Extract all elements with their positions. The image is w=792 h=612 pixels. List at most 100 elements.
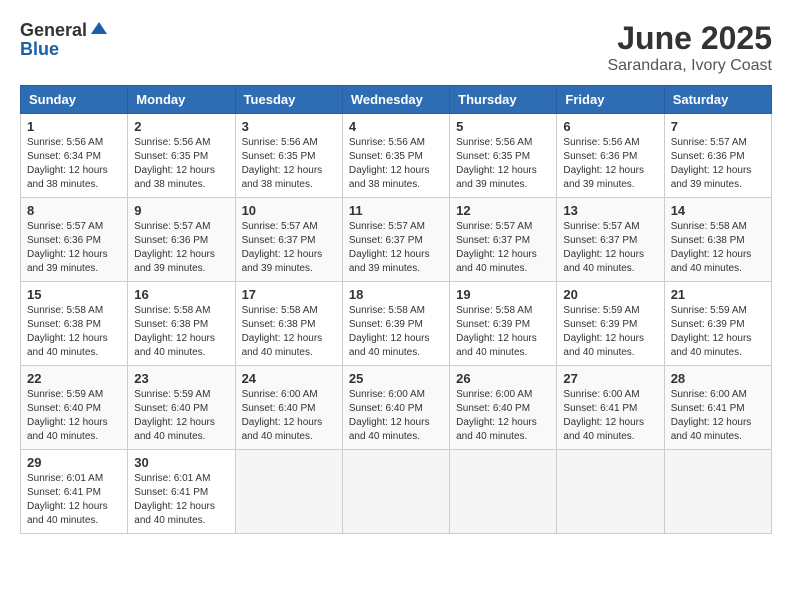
calendar-day-header: Monday bbox=[128, 86, 235, 114]
day-info: Sunrise: 6:01 AM Sunset: 6:41 PM Dayligh… bbox=[134, 472, 228, 528]
calendar-day-cell bbox=[450, 450, 557, 534]
day-info: Sunrise: 5:58 AM Sunset: 6:38 PM Dayligh… bbox=[671, 220, 765, 276]
day-info: Sunrise: 5:57 AM Sunset: 6:37 PM Dayligh… bbox=[242, 220, 336, 276]
day-info: Sunrise: 5:59 AM Sunset: 6:39 PM Dayligh… bbox=[563, 304, 657, 360]
logo-general-text: General bbox=[20, 21, 87, 39]
calendar-day-cell: 11Sunrise: 5:57 AM Sunset: 6:37 PM Dayli… bbox=[342, 198, 449, 282]
day-info: Sunrise: 5:57 AM Sunset: 6:36 PM Dayligh… bbox=[671, 136, 765, 192]
day-number: 6 bbox=[563, 119, 657, 134]
calendar-day-cell: 9 Sunrise: 5:57 AM Sunset: 6:36 PM Daylig… bbox=[128, 198, 235, 282]
calendar-day-cell bbox=[557, 450, 664, 534]
calendar-day-cell: 15 Sunrise: 5:58 AM Sunset: 6:38 PM Dayli… bbox=[21, 282, 128, 366]
day-number: 27 bbox=[563, 371, 657, 386]
calendar-day-header: Wednesday bbox=[342, 86, 449, 114]
calendar-week-row: 15 Sunrise: 5:58 AM Sunset: 6:38 PM Dayli… bbox=[21, 282, 772, 366]
calendar-day-header: Saturday bbox=[664, 86, 771, 114]
calendar-day-header: Sunday bbox=[21, 86, 128, 114]
calendar-day-cell: 22Sunrise: 5:59 AM Sunset: 6:40 PM Dayli… bbox=[21, 366, 128, 450]
calendar-day-cell: 7 Sunrise: 5:57 AM Sunset: 6:36 PM Daylig… bbox=[664, 114, 771, 198]
calendar-day-cell bbox=[235, 450, 342, 534]
day-info: Sunrise: 5:58 AM Sunset: 6:38 PM Dayligh… bbox=[242, 304, 336, 360]
calendar-day-header: Friday bbox=[557, 86, 664, 114]
day-number: 3 bbox=[242, 119, 336, 134]
calendar-week-row: 29 Sunrise: 6:01 AM Sunset: 6:41 PM Dayli… bbox=[21, 450, 772, 534]
day-number: 23 bbox=[134, 371, 228, 386]
page-header: General Blue June 2025 Sarandara, Ivory … bbox=[20, 20, 772, 75]
calendar-day-cell: 2 Sunrise: 5:56 AM Sunset: 6:35 PM Daylig… bbox=[128, 114, 235, 198]
day-info: Sunrise: 5:56 AM Sunset: 6:36 PM Dayligh… bbox=[563, 136, 657, 192]
calendar-day-cell: 21 Sunrise: 5:59 AM Sunset: 6:39 PM Dayli… bbox=[664, 282, 771, 366]
calendar-day-cell: 23 Sunrise: 5:59 AM Sunset: 6:40 PM Dayli… bbox=[128, 366, 235, 450]
day-number: 24 bbox=[242, 371, 336, 386]
day-info: Sunrise: 6:00 AM Sunset: 6:40 PM Dayligh… bbox=[242, 388, 336, 444]
calendar-day-cell: 12Sunrise: 5:57 AM Sunset: 6:37 PM Dayli… bbox=[450, 198, 557, 282]
calendar-day-cell: 25Sunrise: 6:00 AM Sunset: 6:40 PM Dayli… bbox=[342, 366, 449, 450]
day-number: 21 bbox=[671, 287, 765, 302]
day-number: 2 bbox=[134, 119, 228, 134]
calendar-week-row: 22Sunrise: 5:59 AM Sunset: 6:40 PM Dayli… bbox=[21, 366, 772, 450]
day-number: 9 bbox=[134, 203, 228, 218]
calendar-day-cell bbox=[664, 450, 771, 534]
calendar-title: June 2025 bbox=[607, 20, 772, 57]
day-info: Sunrise: 5:58 AM Sunset: 6:39 PM Dayligh… bbox=[349, 304, 443, 360]
day-info: Sunrise: 5:57 AM Sunset: 6:36 PM Dayligh… bbox=[134, 220, 228, 276]
day-number: 13 bbox=[563, 203, 657, 218]
calendar-day-cell: 29 Sunrise: 6:01 AM Sunset: 6:41 PM Dayli… bbox=[21, 450, 128, 534]
day-info: Sunrise: 6:01 AM Sunset: 6:41 PM Dayligh… bbox=[27, 472, 121, 528]
logo-blue-text: Blue bbox=[20, 40, 59, 58]
calendar-day-cell: 27Sunrise: 6:00 AM Sunset: 6:41 PM Dayli… bbox=[557, 366, 664, 450]
day-number: 1 bbox=[27, 119, 121, 134]
day-number: 17 bbox=[242, 287, 336, 302]
calendar-day-cell: 6 Sunrise: 5:56 AM Sunset: 6:36 PM Daylig… bbox=[557, 114, 664, 198]
day-info: Sunrise: 5:57 AM Sunset: 6:37 PM Dayligh… bbox=[349, 220, 443, 276]
day-info: Sunrise: 5:56 AM Sunset: 6:34 PM Dayligh… bbox=[27, 136, 121, 192]
day-info: Sunrise: 5:58 AM Sunset: 6:38 PM Dayligh… bbox=[134, 304, 228, 360]
calendar-week-row: 8 Sunrise: 5:57 AM Sunset: 6:36 PM Daylig… bbox=[21, 198, 772, 282]
day-number: 20 bbox=[563, 287, 657, 302]
calendar-day-cell: 20 Sunrise: 5:59 AM Sunset: 6:39 PM Dayli… bbox=[557, 282, 664, 366]
day-info: Sunrise: 6:00 AM Sunset: 6:41 PM Dayligh… bbox=[671, 388, 765, 444]
calendar-day-cell bbox=[342, 450, 449, 534]
day-info: Sunrise: 5:58 AM Sunset: 6:38 PM Dayligh… bbox=[27, 304, 121, 360]
day-info: Sunrise: 5:58 AM Sunset: 6:39 PM Dayligh… bbox=[456, 304, 550, 360]
day-number: 8 bbox=[27, 203, 121, 218]
day-number: 18 bbox=[349, 287, 443, 302]
day-number: 10 bbox=[242, 203, 336, 218]
day-info: Sunrise: 5:59 AM Sunset: 6:40 PM Dayligh… bbox=[134, 388, 228, 444]
logo-icon bbox=[89, 20, 109, 40]
calendar-day-cell: 28 Sunrise: 6:00 AM Sunset: 6:41 PM Dayli… bbox=[664, 366, 771, 450]
day-number: 5 bbox=[456, 119, 550, 134]
calendar-subtitle: Sarandara, Ivory Coast bbox=[607, 57, 772, 75]
day-info: Sunrise: 5:56 AM Sunset: 6:35 PM Dayligh… bbox=[242, 136, 336, 192]
calendar-day-cell: 14 Sunrise: 5:58 AM Sunset: 6:38 PM Dayli… bbox=[664, 198, 771, 282]
day-number: 30 bbox=[134, 455, 228, 470]
calendar-day-cell: 4Sunrise: 5:56 AM Sunset: 6:35 PM Daylig… bbox=[342, 114, 449, 198]
day-number: 7 bbox=[671, 119, 765, 134]
day-number: 4 bbox=[349, 119, 443, 134]
day-number: 15 bbox=[27, 287, 121, 302]
day-number: 16 bbox=[134, 287, 228, 302]
calendar-table: SundayMondayTuesdayWednesdayThursdayFrid… bbox=[20, 85, 772, 534]
day-number: 14 bbox=[671, 203, 765, 218]
day-number: 26 bbox=[456, 371, 550, 386]
calendar-day-header: Tuesday bbox=[235, 86, 342, 114]
day-number: 12 bbox=[456, 203, 550, 218]
calendar-day-cell: 17 Sunrise: 5:58 AM Sunset: 6:38 PM Dayli… bbox=[235, 282, 342, 366]
day-info: Sunrise: 5:59 AM Sunset: 6:40 PM Dayligh… bbox=[27, 388, 121, 444]
day-info: Sunrise: 5:56 AM Sunset: 6:35 PM Dayligh… bbox=[134, 136, 228, 192]
calendar-day-cell: 19Sunrise: 5:58 AM Sunset: 6:39 PM Dayli… bbox=[450, 282, 557, 366]
day-info: Sunrise: 5:56 AM Sunset: 6:35 PM Dayligh… bbox=[456, 136, 550, 192]
day-number: 28 bbox=[671, 371, 765, 386]
day-number: 29 bbox=[27, 455, 121, 470]
calendar-day-cell: 16 Sunrise: 5:58 AM Sunset: 6:38 PM Dayli… bbox=[128, 282, 235, 366]
day-info: Sunrise: 6:00 AM Sunset: 6:40 PM Dayligh… bbox=[456, 388, 550, 444]
logo: General Blue bbox=[20, 20, 109, 58]
day-info: Sunrise: 5:57 AM Sunset: 6:37 PM Dayligh… bbox=[563, 220, 657, 276]
calendar-day-cell: 26 Sunrise: 6:00 AM Sunset: 6:40 PM Dayli… bbox=[450, 366, 557, 450]
calendar-day-cell: 18 Sunrise: 5:58 AM Sunset: 6:39 PM Dayli… bbox=[342, 282, 449, 366]
calendar-header-row: SundayMondayTuesdayWednesdayThursdayFrid… bbox=[21, 86, 772, 114]
calendar-day-cell: 3 Sunrise: 5:56 AM Sunset: 6:35 PM Daylig… bbox=[235, 114, 342, 198]
calendar-week-row: 1 Sunrise: 5:56 AM Sunset: 6:34 PM Daylig… bbox=[21, 114, 772, 198]
title-section: June 2025 Sarandara, Ivory Coast bbox=[607, 20, 772, 75]
day-info: Sunrise: 5:59 AM Sunset: 6:39 PM Dayligh… bbox=[671, 304, 765, 360]
